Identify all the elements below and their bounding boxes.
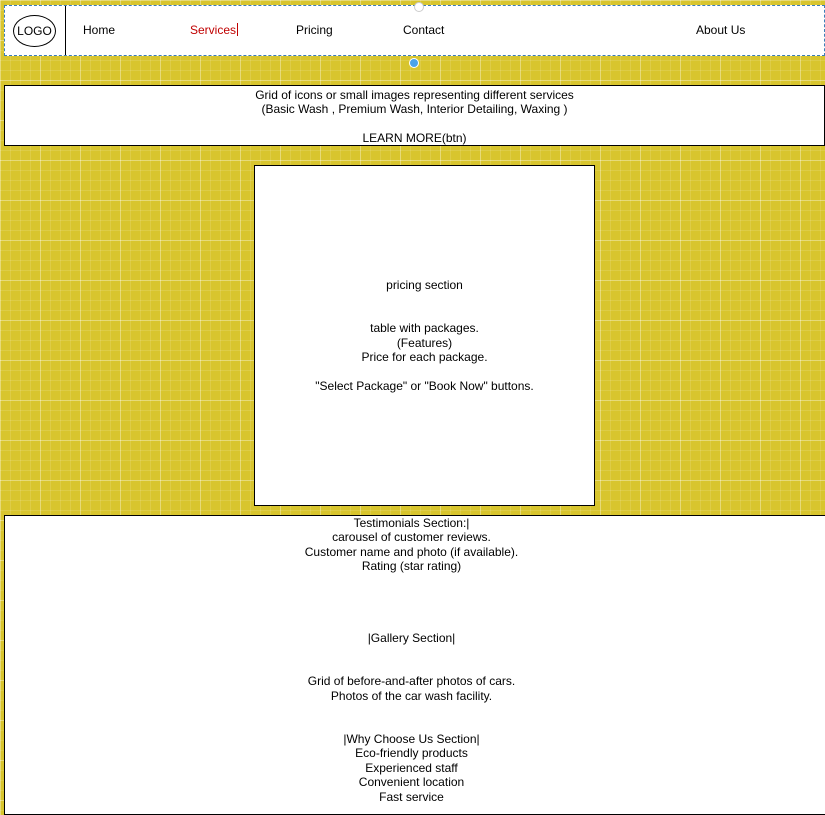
testimonials-line: Customer name and photo (if available). [304,544,519,559]
testimonials-line [5,646,818,660]
gallery-line: Grid of before-and-after photos of cars. [307,674,516,689]
pricing-line [255,364,594,378]
pricing-line: "Select Package" or "Book Now" buttons. [315,378,534,393]
why-choose-line: Eco-friendly products [355,746,468,761]
why-choose-line: Convenient location [358,775,465,790]
testimonials-line [5,574,818,588]
nav-about-us[interactable]: About Us [696,23,745,37]
testimonials-line: carousel of customer reviews. [332,530,491,545]
pricing-line: table with packages. [370,321,479,336]
nav-home[interactable]: Home [83,23,115,37]
gallery-line: Photos of the car wash facility. [330,688,493,703]
testimonials-line [5,588,818,602]
why-choose-heading: |Why Choose Us Section| [343,731,480,746]
services-line: (Basic Wash , Premium Wash, Interior Det… [261,102,568,117]
nav-pricing[interactable]: Pricing [296,23,333,37]
gallery-heading: |Gallery Section| [367,631,456,646]
why-choose-line: Experienced staff [365,760,458,775]
resize-handle-top[interactable] [414,2,424,12]
testimonials-line [5,602,818,616]
testimonials-line [5,660,818,674]
nav-services-label: Services [190,23,237,37]
learn-more-button-label: LEARN MORE(btn) [362,131,467,146]
services-line: Grid of icons or small images representi… [255,88,574,102]
nav-services[interactable]: Services [190,23,239,37]
text-cursor [237,23,239,36]
resize-handle-bottom[interactable] [409,58,419,68]
services-line [5,117,824,131]
testimonials-line [5,617,818,631]
navbar[interactable]: LOGO Home Services Pricing Contact About… [4,2,825,56]
testimonials-line [5,703,818,717]
testimonials-line [5,718,818,732]
pricing-line: (Features) [396,335,453,350]
testimonials-line: Testimonials Section:| [353,516,470,530]
testimonials-line: Rating (star rating) [361,559,462,574]
pricing-section[interactable]: pricing section table with packages. (Fe… [254,165,595,506]
pricing-line: Price for each package. [361,350,488,364]
services-section[interactable]: Grid of icons or small images representi… [4,85,825,146]
nav-contact[interactable]: Contact [403,23,444,37]
pricing-line: pricing section [386,278,463,292]
pricing-line [255,307,594,321]
logo-cell: LOGO [5,6,66,55]
pricing-line [255,292,594,306]
why-choose-line: Fast service [379,789,444,804]
testimonials-section[interactable]: Testimonials Section:| carousel of custo… [4,515,825,815]
logo[interactable]: LOGO [13,15,56,47]
